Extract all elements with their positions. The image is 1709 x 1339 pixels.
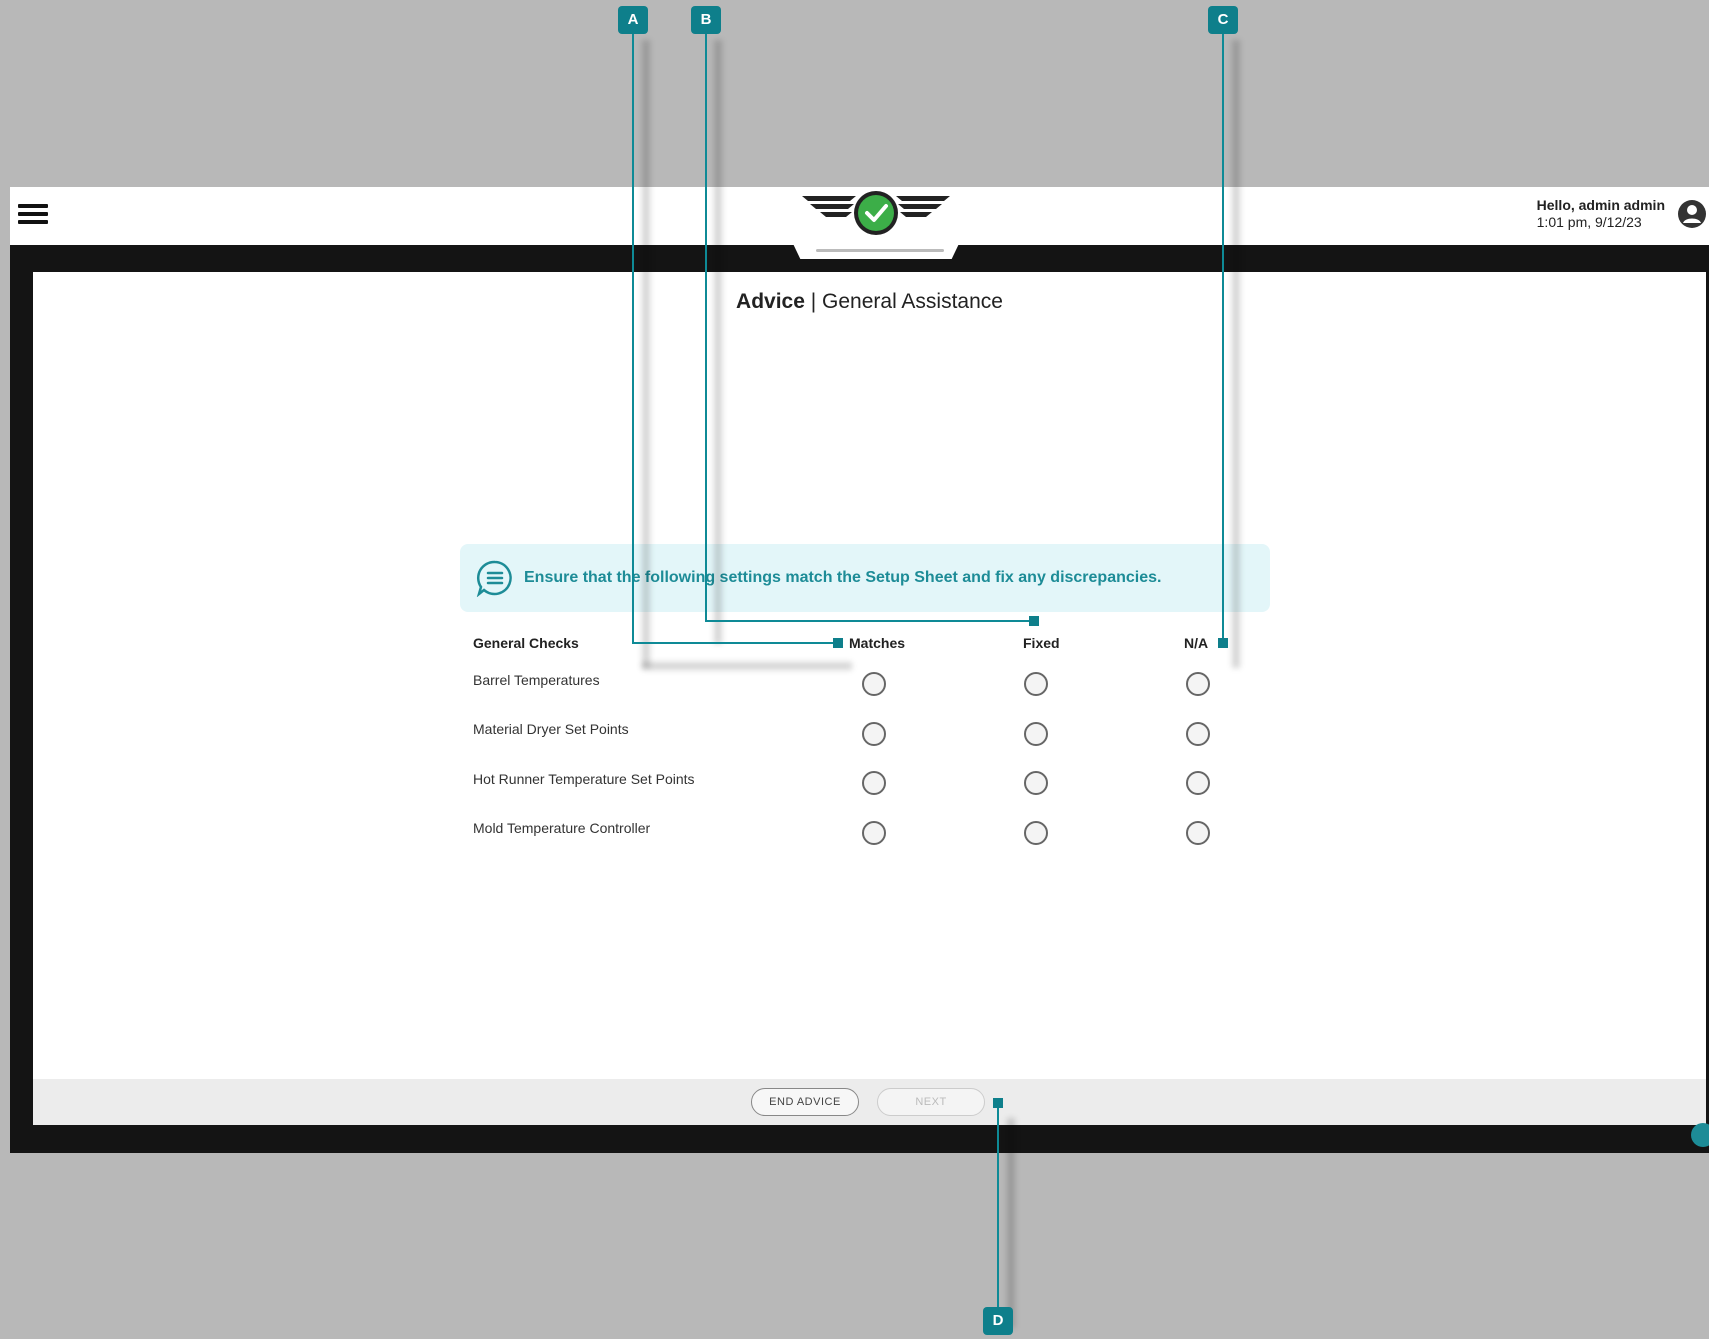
callout-line <box>1222 33 1224 644</box>
radio-na[interactable] <box>1186 771 1210 795</box>
title-rest: General Assistance <box>822 290 1003 313</box>
advice-panel: Advice | General Assistance Ensure that … <box>33 272 1706 1125</box>
greeting-text: Hello, admin admin <box>1536 197 1665 213</box>
header-na: N/A <box>1184 635 1209 651</box>
title-separator: | <box>804 290 823 313</box>
callout-shadow <box>714 40 722 644</box>
radio-na[interactable] <box>1186 672 1210 696</box>
callout-badge: D <box>983 1307 1013 1335</box>
radio-matches[interactable] <box>862 672 886 696</box>
radio-fixed[interactable] <box>1024 672 1048 696</box>
callout-shadow <box>1007 1118 1015 1328</box>
user-info: Hello, admin admin 1:01 pm, 9/12/23 <box>1537 197 1665 231</box>
radio-matches[interactable] <box>862 771 886 795</box>
row-label: Mold Temperature Controller <box>473 820 651 836</box>
callout-line <box>705 33 707 622</box>
datetime-text: 1:01 pm, 9/12/23 <box>1536 214 1642 230</box>
callout-badge: B <box>691 6 721 34</box>
radio-matches[interactable] <box>862 821 886 845</box>
callout-anchor <box>1029 616 1039 626</box>
corner-bubble-icon[interactable] <box>1691 1123 1709 1147</box>
radio-na[interactable] <box>1186 821 1210 845</box>
radio-fixed[interactable] <box>1024 771 1048 795</box>
radio-matches[interactable] <box>862 722 886 746</box>
callout-anchor <box>833 638 843 648</box>
header-fixed: Fixed <box>1023 635 1060 651</box>
menu-icon[interactable] <box>18 201 48 229</box>
logo-tab <box>790 187 962 259</box>
user-account-icon[interactable] <box>1677 199 1707 229</box>
page-title: Advice | General Assistance <box>33 290 1706 314</box>
top-bar: Hello, admin admin 1:01 pm, 9/12/23 <box>10 187 1709 259</box>
header-matches: Matches <box>849 635 906 651</box>
chat-message-icon <box>476 560 512 597</box>
logo-icon <box>802 191 950 235</box>
callout-anchor <box>993 1098 1003 1108</box>
callout-anchor <box>1218 638 1228 648</box>
row-label: Hot Runner Temperature Set Points <box>473 771 695 787</box>
callout-shadow <box>642 662 852 670</box>
radio-na[interactable] <box>1186 722 1210 746</box>
callout-shadow <box>642 40 650 668</box>
callout-line <box>705 620 1035 622</box>
title-bold: Advice <box>736 290 805 313</box>
next-button[interactable]: NEXT <box>877 1088 985 1116</box>
radio-fixed[interactable] <box>1024 722 1048 746</box>
footer-bar: END ADVICE NEXT <box>33 1079 1706 1125</box>
instruction-banner: Ensure that the following settings match… <box>460 544 1270 612</box>
logo-underline <box>816 249 944 252</box>
callout-badge: A <box>618 6 648 34</box>
header-general-checks: General Checks <box>473 635 579 651</box>
end-advice-button[interactable]: END ADVICE <box>751 1088 859 1116</box>
callout-badge: C <box>1208 6 1238 34</box>
radio-fixed[interactable] <box>1024 821 1048 845</box>
row-label: Material Dryer Set Points <box>473 721 629 737</box>
callout-line <box>997 1103 999 1308</box>
row-label: Barrel Temperatures <box>473 672 600 688</box>
banner-text: Ensure that the following settings match… <box>524 569 1162 586</box>
callout-shadow <box>1232 40 1240 668</box>
callout-line <box>632 642 838 644</box>
app-window: Hello, admin admin 1:01 pm, 9/12/23 Advi… <box>10 187 1709 1153</box>
callout-line <box>632 33 634 644</box>
